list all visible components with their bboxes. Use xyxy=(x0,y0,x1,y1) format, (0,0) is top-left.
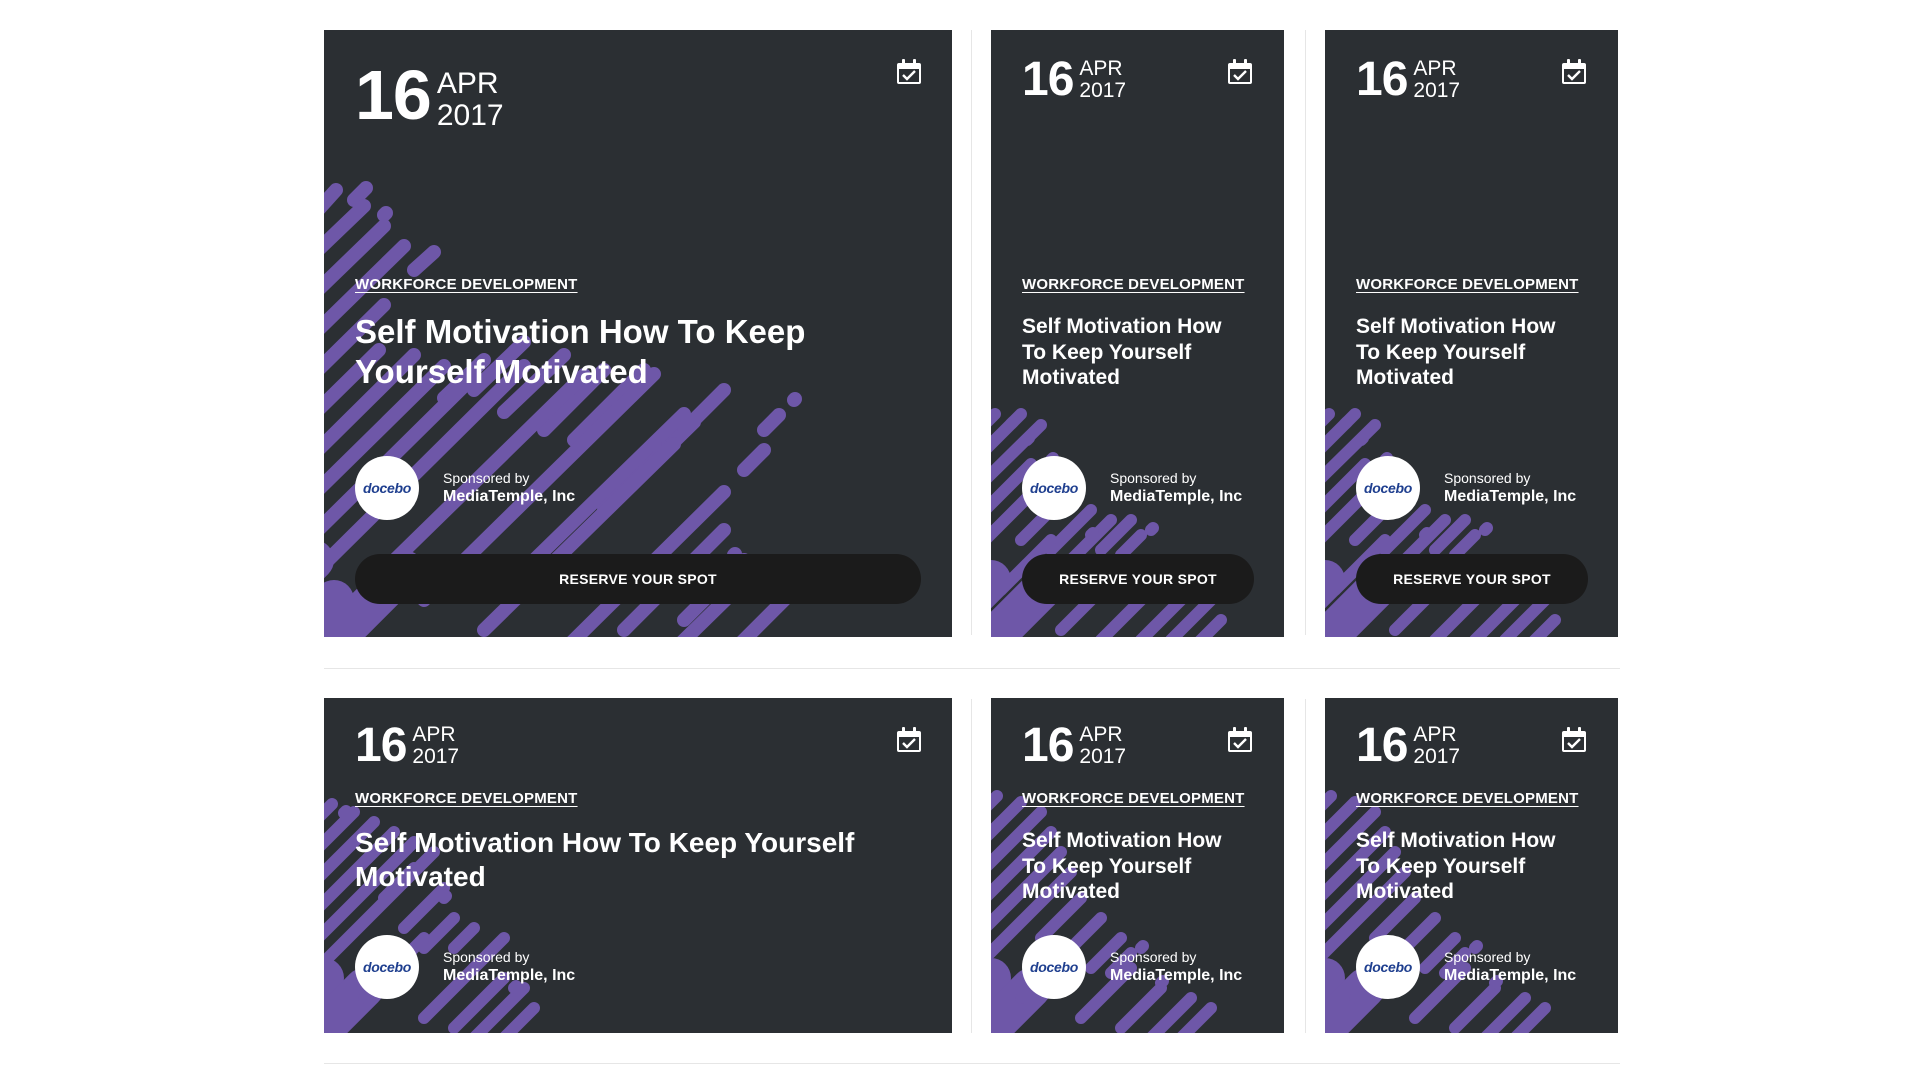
event-date: 16 APR 2017 xyxy=(1022,56,1126,104)
sponsor-logo: docebo xyxy=(355,456,419,520)
date-year: 2017 xyxy=(1079,745,1127,769)
date-month-year: APR 2017 xyxy=(412,723,460,769)
event-date: 16 APR 2017 xyxy=(1356,56,1460,104)
date-day: 16 xyxy=(355,719,407,772)
sponsor-logo: docebo xyxy=(1022,456,1086,520)
event-title[interactable]: Self Motivation How To Keep Yourself Mot… xyxy=(355,826,895,894)
date-year: 2017 xyxy=(1413,79,1461,103)
date-day: 16 xyxy=(1356,719,1408,772)
column-divider xyxy=(1305,699,1306,1033)
date-month: APR xyxy=(412,723,456,746)
event-card[interactable]: 16 APR 2017 WORKFORCE DEVELOPMENT Self M… xyxy=(324,698,952,1033)
sponsor-logo: docebo xyxy=(1356,456,1420,520)
date-month: APR xyxy=(1413,723,1457,746)
date-month-year: APR 2017 xyxy=(1079,57,1127,103)
date-year: 2017 xyxy=(1079,79,1127,103)
calendar-check-icon[interactable] xyxy=(1560,58,1588,86)
date-day: 16 xyxy=(1022,719,1074,772)
calendar-check-icon[interactable] xyxy=(1226,726,1254,754)
sponsor-prefix: Sponsored by xyxy=(443,948,530,965)
sponsor-name: MediaTemple, Inc xyxy=(443,487,576,505)
sponsor-prefix: Sponsored by xyxy=(1444,469,1531,486)
events-grid: 16 APR 2017 WORKFORCE DEVELOPMENT Self M… xyxy=(0,0,1920,1080)
sponsor-logo: docebo xyxy=(355,935,419,999)
sponsor-block: docebo Sponsored by MediaTemple, Inc xyxy=(1356,935,1576,999)
event-category-link[interactable]: WORKFORCE DEVELOPMENT xyxy=(355,276,578,293)
date-year: 2017 xyxy=(436,98,504,132)
sponsor-prefix: Sponsored by xyxy=(1444,948,1531,965)
sponsor-block: docebo Sponsored by MediaTemple, Inc xyxy=(355,456,575,520)
event-category-link[interactable]: WORKFORCE DEVELOPMENT xyxy=(1022,790,1245,807)
event-date: 16 APR 2017 xyxy=(355,722,459,770)
date-month: APR xyxy=(436,67,499,100)
sponsor-name: MediaTemple, Inc xyxy=(1110,966,1243,984)
row-divider xyxy=(324,1063,1620,1064)
date-month-year: APR 2017 xyxy=(437,68,504,131)
sponsor-name: MediaTemple, Inc xyxy=(1444,966,1577,984)
event-card[interactable]: 16 APR 2017 WORKFORCE DEVELOPMENT Self M… xyxy=(991,698,1284,1033)
date-month: APR xyxy=(1079,723,1123,746)
date-month: APR xyxy=(1413,57,1457,80)
sponsor-block: docebo Sponsored by MediaTemple, Inc xyxy=(355,935,575,999)
sponsor-prefix: Sponsored by xyxy=(1110,948,1197,965)
date-day: 16 xyxy=(1022,53,1074,106)
calendar-check-icon[interactable] xyxy=(895,726,923,754)
column-divider xyxy=(971,30,972,635)
row-divider xyxy=(324,668,1620,669)
event-card[interactable]: 16 APR 2017 WORKFORCE DEVELOPMENT Self M… xyxy=(324,30,952,637)
sponsor-prefix: Sponsored by xyxy=(1110,469,1197,486)
event-date: 16 APR 2017 xyxy=(1022,722,1126,770)
date-month-year: APR 2017 xyxy=(1413,57,1461,103)
event-card[interactable]: 16 APR 2017 WORKFORCE DEVELOPMENT Self M… xyxy=(1325,30,1618,637)
sponsor-prefix: Sponsored by xyxy=(443,469,530,486)
calendar-check-icon[interactable] xyxy=(895,58,923,86)
event-date: 16 APR 2017 xyxy=(1356,722,1460,770)
sponsor-block: docebo Sponsored by MediaTemple, Inc xyxy=(1356,456,1576,520)
event-title[interactable]: Self Motivation How To Keep Yourself Mot… xyxy=(1022,314,1247,391)
sponsor-block: docebo Sponsored by MediaTemple, Inc xyxy=(1022,456,1242,520)
event-category-link[interactable]: WORKFORCE DEVELOPMENT xyxy=(1356,790,1579,807)
date-month-year: APR 2017 xyxy=(1079,723,1127,769)
calendar-check-icon[interactable] xyxy=(1226,58,1254,86)
event-card[interactable]: 16 APR 2017 WORKFORCE DEVELOPMENT Self M… xyxy=(1325,698,1618,1033)
date-year: 2017 xyxy=(1413,745,1461,769)
column-divider xyxy=(1305,30,1306,635)
calendar-check-icon[interactable] xyxy=(1560,726,1588,754)
event-category-link[interactable]: WORKFORCE DEVELOPMENT xyxy=(355,790,578,807)
event-card[interactable]: 16 APR 2017 WORKFORCE DEVELOPMENT Self M… xyxy=(991,30,1284,637)
event-title[interactable]: Self Motivation How To Keep Yourself Mot… xyxy=(1022,828,1247,905)
sponsor-name: MediaTemple, Inc xyxy=(1444,487,1577,505)
reserve-spot-button[interactable]: RESERVE YOUR SPOT xyxy=(355,554,921,604)
sponsor-name: MediaTemple, Inc xyxy=(443,966,576,984)
event-title[interactable]: Self Motivation How To Keep Yourself Mot… xyxy=(355,312,835,393)
date-day: 16 xyxy=(1356,53,1408,106)
date-year: 2017 xyxy=(412,745,460,769)
column-divider xyxy=(971,699,972,1033)
event-date: 16 APR 2017 xyxy=(355,60,504,131)
event-title[interactable]: Self Motivation How To Keep Yourself Mot… xyxy=(1356,314,1581,391)
date-month-year: APR 2017 xyxy=(1413,723,1461,769)
sponsor-logo: docebo xyxy=(1356,935,1420,999)
date-month: APR xyxy=(1079,57,1123,80)
reserve-spot-button[interactable]: RESERVE YOUR SPOT xyxy=(1356,554,1588,604)
sponsor-name: MediaTemple, Inc xyxy=(1110,487,1243,505)
event-category-link[interactable]: WORKFORCE DEVELOPMENT xyxy=(1022,276,1245,293)
reserve-spot-button[interactable]: RESERVE YOUR SPOT xyxy=(1022,554,1254,604)
sponsor-logo: docebo xyxy=(1022,935,1086,999)
event-category-link[interactable]: WORKFORCE DEVELOPMENT xyxy=(1356,276,1579,293)
event-title[interactable]: Self Motivation How To Keep Yourself Mot… xyxy=(1356,828,1581,905)
sponsor-block: docebo Sponsored by MediaTemple, Inc xyxy=(1022,935,1242,999)
date-day: 16 xyxy=(355,56,432,134)
